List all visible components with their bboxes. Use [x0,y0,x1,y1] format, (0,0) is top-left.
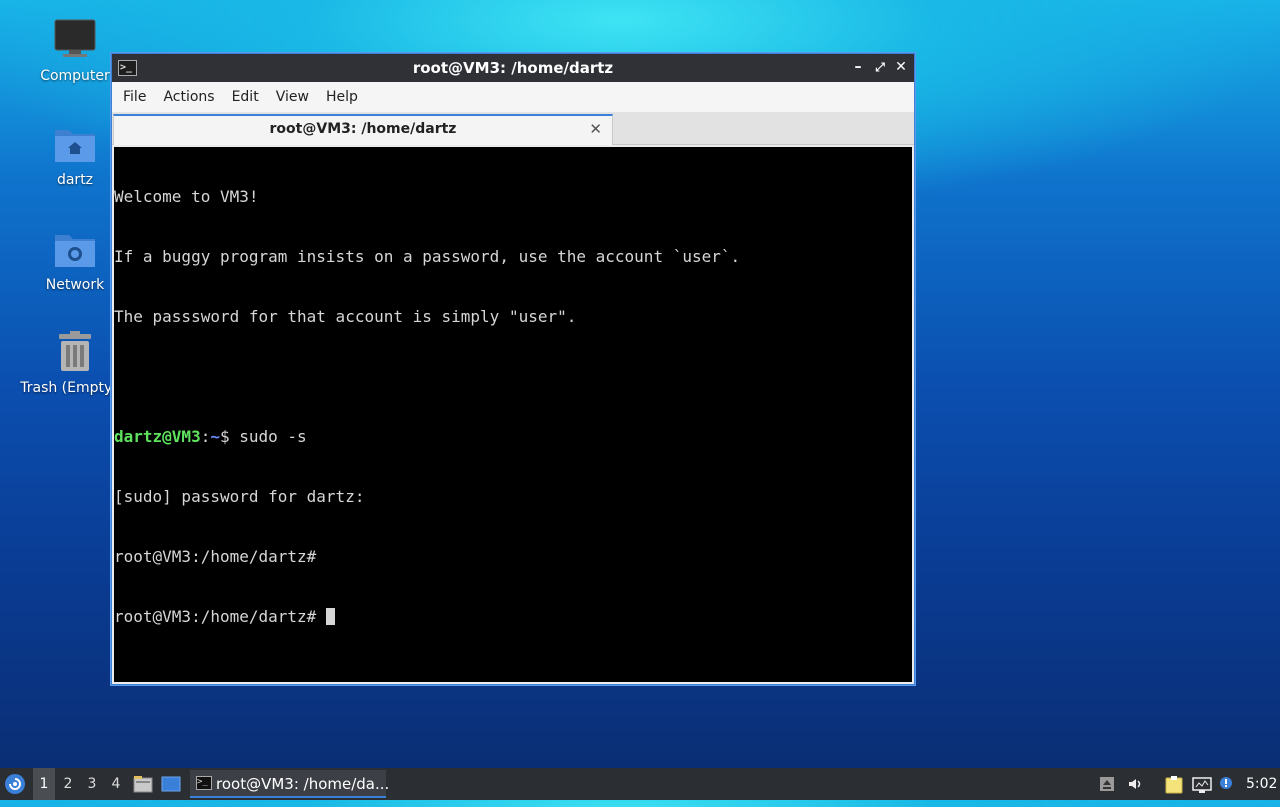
volume-icon[interactable] [1127,776,1143,792]
file-manager-icon [133,776,153,793]
terminal-line: Welcome to VM3! [114,187,259,206]
terminal-task-icon: >_ [196,776,212,790]
taskbar: 1 2 3 4 >_ root@VM3: /home/da... 5:02 [0,768,1280,800]
window-title: root@VM3: /home/dartz [412,59,614,77]
close-button[interactable]: ✕ [893,59,909,75]
computer-icon [51,16,99,64]
menu-file[interactable]: File [116,89,153,105]
maximize-button[interactable]: ⤢ [872,59,888,75]
show-desktop-button[interactable] [161,768,183,800]
workspace-4[interactable]: 4 [105,768,127,800]
clipboard-icon[interactable] [1164,776,1184,794]
tab-bar: root@VM3: /home/dartz ✕ [112,112,914,145]
prompt-symbol: $ [219,427,240,446]
workspace-1[interactable]: 1 [33,768,55,800]
menubar: File Actions Edit View Help [112,82,914,112]
tab-label: root@VM3: /home/dartz [269,121,457,137]
terminal-window: >_ root@VM3: /home/dartz – ⤢ ✕ File Acti… [111,53,915,685]
window-titlebar[interactable]: >_ root@VM3: /home/dartz – ⤢ ✕ [112,54,914,82]
menu-view[interactable]: View [269,89,316,105]
desktop-icon-label: Network [45,277,105,293]
file-manager-launcher[interactable] [133,768,155,800]
trash-icon [51,328,99,376]
desktop-icon-computer[interactable]: Computer [25,16,125,84]
desktop-icon-label: dartz [56,172,94,188]
root-prompt: root@VM3:/home/dartz# [114,607,326,626]
minimize-button[interactable]: – [850,59,866,75]
lxqt-logo-icon [5,774,25,794]
terminal-prompt-line: dartz@VM3:~$ sudo -s [114,427,912,447]
workspace-3[interactable]: 3 [81,768,103,800]
terminal-line: The passsword for that account is simply… [114,307,577,326]
desktop-icon-label: Trash (Empty) [20,380,118,396]
desktop-icon-home[interactable]: dartz [25,120,125,188]
menu-actions[interactable]: Actions [156,89,221,105]
prompt-command: sudo -s [239,427,307,446]
clock[interactable]: 5:02 [1246,768,1277,800]
menu-help[interactable]: Help [319,89,365,105]
desktop-icon-network[interactable]: Network [25,225,125,293]
desktop-icon-trash[interactable]: Trash (Empty) [20,328,125,396]
notification-icon[interactable] [1219,776,1235,792]
prompt-colon: : [200,427,211,446]
workspace-2[interactable]: 2 [57,768,79,800]
show-desktop-icon [161,776,181,792]
tab-terminal[interactable]: root@VM3: /home/dartz ✕ [113,114,613,145]
terminal-output[interactable]: Welcome to VM3! If a buggy program insis… [114,147,912,682]
terminal-active-line: root@VM3:/home/dartz# [114,607,912,627]
home-folder-icon [51,120,99,168]
text-cursor [325,608,335,625]
task-label: root@VM3: /home/da... [216,775,390,793]
menu-edit[interactable]: Edit [225,89,266,105]
taskbar-terminal-task[interactable]: >_ root@VM3: /home/da... [190,770,390,798]
network-monitor-icon[interactable] [1192,776,1212,793]
eject-icon[interactable] [1099,776,1115,792]
tab-close-icon[interactable]: ✕ [589,116,602,143]
terminal-line: If a buggy program insists on a password… [114,247,741,266]
prompt-path: ~ [210,427,220,446]
terminal-line: [sudo] password for dartz: [114,487,365,506]
start-menu-button[interactable] [4,768,28,800]
prompt-user: dartz@VM3 [114,427,201,446]
network-folder-icon [51,225,99,273]
terminal-line: root@VM3:/home/dartz# [114,547,317,566]
desktop-icon-label: Computer [40,68,110,84]
